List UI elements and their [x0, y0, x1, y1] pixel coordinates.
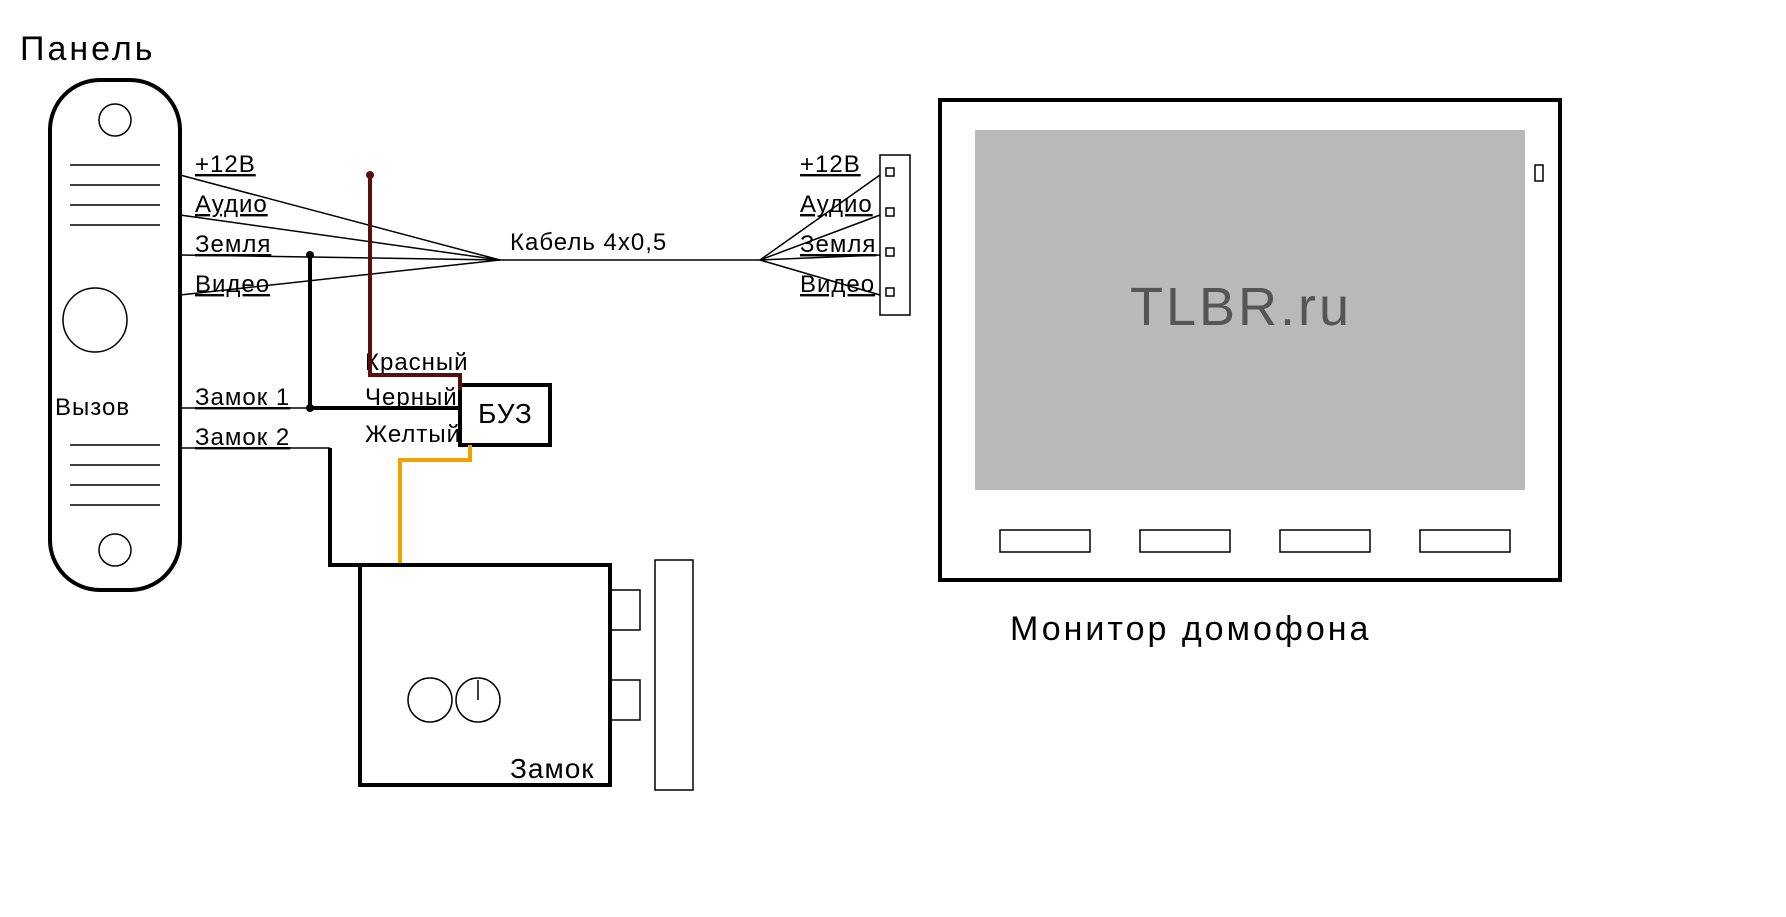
panel-body — [50, 80, 180, 590]
monitor-led — [1535, 165, 1543, 181]
wire-yellow — [400, 445, 470, 565]
left-line-gnd: Земля — [195, 231, 271, 258]
wire-yellow-label: Желтый — [365, 421, 461, 448]
panel-screw-bottom — [99, 534, 131, 566]
lock-strike-plate — [655, 560, 693, 790]
monitor-title: Монитор домофона — [1010, 610, 1371, 648]
monitor-screen-text: TLBR.ru — [1130, 277, 1352, 337]
cable-label: Кабель 4х0,5 — [510, 229, 667, 256]
monitor-button-3[interactable] — [1280, 530, 1370, 552]
monitor-button-2[interactable] — [1140, 530, 1230, 552]
wire-black-to-lock — [330, 448, 360, 565]
monitor-button-1[interactable] — [1000, 530, 1090, 552]
panel-screw-top — [99, 104, 131, 136]
right-line-video: Видео — [800, 271, 875, 298]
wiring-diagram: Панель Вызов +12В Аудио Земля Видео Кабе… — [0, 0, 1600, 820]
left-line-video: Видео — [195, 271, 270, 298]
terminal-block — [880, 155, 910, 315]
right-line-gnd: Земля — [800, 231, 876, 258]
lock-cylinder-1 — [408, 678, 452, 722]
lock-body — [360, 565, 610, 785]
right-line-audio: Аудио — [800, 191, 873, 218]
right-line-12v: +12В — [800, 151, 861, 178]
panel-call-label: Вызов — [55, 394, 130, 421]
left-line-12v: +12В — [195, 151, 256, 178]
lock-label: Замок — [510, 753, 595, 784]
lock2-label: Замок 2 — [195, 424, 290, 451]
wire-red-label: Красный — [365, 349, 469, 376]
lock1-label: Замок 1 — [195, 384, 290, 411]
panel-camera — [63, 288, 127, 352]
panel-title: Панель — [20, 30, 155, 68]
buz-label: БУЗ — [478, 398, 533, 429]
monitor-button-4[interactable] — [1420, 530, 1510, 552]
